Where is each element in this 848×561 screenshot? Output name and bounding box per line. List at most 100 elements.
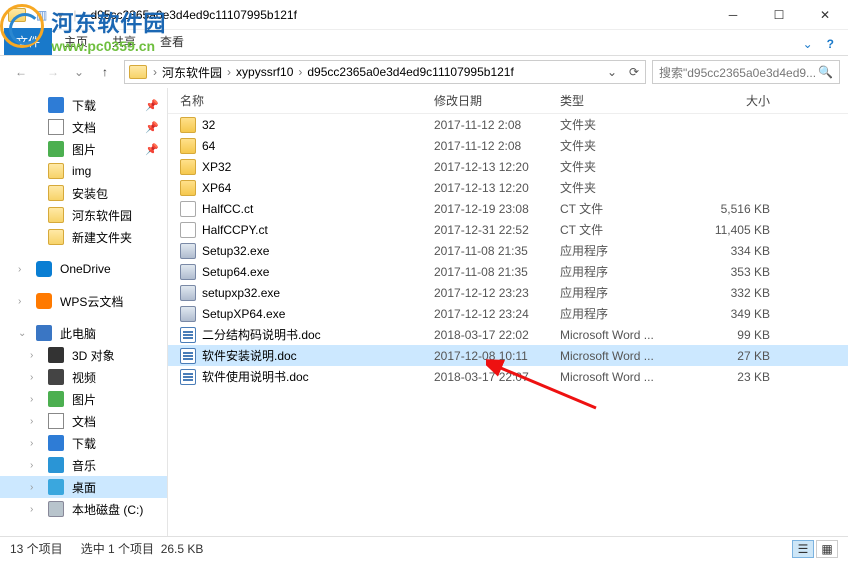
search-input[interactable]: 搜索"d95cc2365a0e3d4ed9... 🔍: [652, 60, 840, 84]
sidebar-item[interactable]: ›OneDrive: [0, 258, 167, 280]
sidebar-item[interactable]: ›桌面: [0, 476, 167, 498]
sidebar-icon: [36, 261, 52, 277]
sidebar-item[interactable]: ›本地磁盘 (C:): [0, 498, 167, 520]
file-row[interactable]: XP322017-12-13 12:20文件夹: [168, 156, 848, 177]
refresh-button[interactable]: ⟳: [623, 61, 645, 83]
sidebar-label: 图片: [72, 391, 96, 408]
breadcrumb-item[interactable]: xypyssrf10: [233, 65, 296, 79]
sidebar-item[interactable]: 安装包: [0, 182, 167, 204]
sidebar-label: 图片: [72, 141, 96, 158]
address-folder-icon: [129, 65, 147, 79]
help-icon[interactable]: ?: [827, 37, 834, 51]
ribbon-tab-share[interactable]: 共享: [100, 28, 148, 55]
address-history-button[interactable]: ⌄: [601, 61, 623, 83]
sidebar-item[interactable]: 文档📌: [0, 116, 167, 138]
file-icon: [180, 348, 196, 364]
sidebar-icon: [48, 479, 64, 495]
file-row[interactable]: 二分结构码说明书.doc2018-03-17 22:02Microsoft Wo…: [168, 324, 848, 345]
sidebar-label: 桌面: [72, 479, 96, 496]
pin-icon: 📌: [145, 143, 159, 156]
qat-btn[interactable]: ▾: [57, 8, 63, 22]
file-row[interactable]: Setup64.exe2017-11-08 21:35应用程序353 KB: [168, 261, 848, 282]
sidebar-item[interactable]: ›下载: [0, 432, 167, 454]
file-type: 应用程序: [560, 305, 680, 322]
close-button[interactable]: ✕: [802, 0, 848, 29]
maximize-button[interactable]: ☐: [756, 0, 802, 29]
ribbon-tab-file[interactable]: 文件: [4, 28, 52, 55]
ribbon-tab-home[interactable]: 主页: [52, 28, 100, 55]
sidebar-label: OneDrive: [60, 262, 111, 276]
file-icon: [180, 264, 196, 280]
view-icons-button[interactable]: ▦: [816, 540, 838, 558]
pin-icon: 📌: [145, 99, 159, 112]
search-placeholder: 搜索"d95cc2365a0e3d4ed9...: [659, 64, 816, 81]
file-name: setupxp32.exe: [202, 286, 280, 300]
sidebar-item[interactable]: 新建文件夹: [0, 226, 167, 248]
sidebar-label: 文档: [72, 413, 96, 430]
col-header-size[interactable]: 大小: [680, 92, 770, 109]
file-row[interactable]: 软件安装说明.doc2017-12-08 10:11Microsoft Word…: [168, 345, 848, 366]
file-size: 5,516 KB: [680, 202, 770, 216]
sidebar-item[interactable]: ›视频: [0, 366, 167, 388]
col-header-type[interactable]: 类型: [560, 92, 680, 109]
address-bar[interactable]: › 河东软件园 › xypyssrf10 › d95cc2365a0e3d4ed…: [124, 60, 646, 84]
qat-btn[interactable]: ▥: [36, 8, 47, 22]
file-row[interactable]: HalfCC.ct2017-12-19 23:08CT 文件5,516 KB: [168, 198, 848, 219]
nav-up-button[interactable]: ↑: [92, 59, 118, 85]
ribbon-tab-view[interactable]: 查看: [148, 28, 196, 55]
sidebar-item[interactable]: img: [0, 160, 167, 182]
col-header-name[interactable]: 名称: [180, 92, 434, 109]
file-type: CT 文件: [560, 200, 680, 217]
file-row[interactable]: 软件使用说明书.doc2018-03-17 22:07Microsoft Wor…: [168, 366, 848, 387]
pin-icon: 📌: [145, 121, 159, 134]
view-details-button[interactable]: ☰: [792, 540, 814, 558]
col-header-date[interactable]: 修改日期: [434, 92, 560, 109]
sidebar-item[interactable]: ›WPS云文档: [0, 290, 167, 312]
sidebar-item[interactable]: 河东软件园: [0, 204, 167, 226]
file-row[interactable]: Setup32.exe2017-11-08 21:35应用程序334 KB: [168, 240, 848, 261]
navigation-sidebar[interactable]: 下载📌文档📌图片📌img安装包河东软件园新建文件夹›OneDrive›WPS云文…: [0, 88, 168, 536]
file-list-pane: 名称 修改日期 类型 大小 322017-11-12 2:08文件夹642017…: [168, 88, 848, 536]
nav-forward-button[interactable]: →: [40, 59, 66, 85]
sidebar-icon: [36, 325, 52, 341]
file-size: 27 KB: [680, 349, 770, 363]
minimize-button[interactable]: ─: [710, 0, 756, 29]
file-row[interactable]: setupxp32.exe2017-12-12 23:23应用程序332 KB: [168, 282, 848, 303]
sidebar-item[interactable]: ⌄此电脑: [0, 322, 167, 344]
search-icon[interactable]: 🔍: [818, 65, 833, 79]
sidebar-item[interactable]: ›文档: [0, 410, 167, 432]
nav-back-button[interactable]: ←: [8, 59, 34, 85]
file-icon: [180, 369, 196, 385]
file-row[interactable]: 322017-11-12 2:08文件夹: [168, 114, 848, 135]
file-type: 应用程序: [560, 263, 680, 280]
sidebar-icon: [48, 391, 64, 407]
file-row[interactable]: XP642017-12-13 12:20文件夹: [168, 177, 848, 198]
sidebar-item[interactable]: 图片 📌: [0, 138, 167, 160]
file-icon: [180, 138, 196, 154]
file-name: 软件安装说明.doc: [202, 347, 297, 364]
breadcrumb-item[interactable]: d95cc2365a0e3d4ed9c11107995b121f: [304, 65, 516, 79]
file-size: 353 KB: [680, 265, 770, 279]
sidebar-label: img: [72, 164, 91, 178]
breadcrumb-item[interactable]: 河东软件园: [159, 64, 225, 81]
file-row[interactable]: 642017-11-12 2:08文件夹: [168, 135, 848, 156]
ribbon: 文件 主页 共享 查看 ⌄ ?: [0, 30, 848, 56]
file-name: 32: [202, 118, 215, 132]
sidebar-label: 3D 对象: [72, 347, 115, 364]
sidebar-item[interactable]: ›音乐: [0, 454, 167, 476]
sidebar-icon: [48, 185, 64, 201]
sidebar-item[interactable]: 下载📌: [0, 94, 167, 116]
file-name: XP32: [202, 160, 231, 174]
sidebar-label: 视频: [72, 369, 96, 386]
file-row[interactable]: HalfCCPY.ct2017-12-31 22:52CT 文件11,405 K…: [168, 219, 848, 240]
sidebar-icon: [48, 119, 64, 135]
status-selection: 选中 1 个项目 26.5 KB: [81, 540, 204, 557]
file-date: 2017-12-13 12:20: [434, 181, 560, 195]
sidebar-item[interactable]: ›3D 对象: [0, 344, 167, 366]
file-date: 2017-11-12 2:08: [434, 139, 560, 153]
ribbon-expand-icon[interactable]: ⌄: [803, 37, 813, 51]
file-row[interactable]: SetupXP64.exe2017-12-12 23:24应用程序349 KB: [168, 303, 848, 324]
nav-recent-button[interactable]: ⌄: [72, 59, 86, 85]
sidebar-item[interactable]: ›图片: [0, 388, 167, 410]
file-size: 332 KB: [680, 286, 770, 300]
